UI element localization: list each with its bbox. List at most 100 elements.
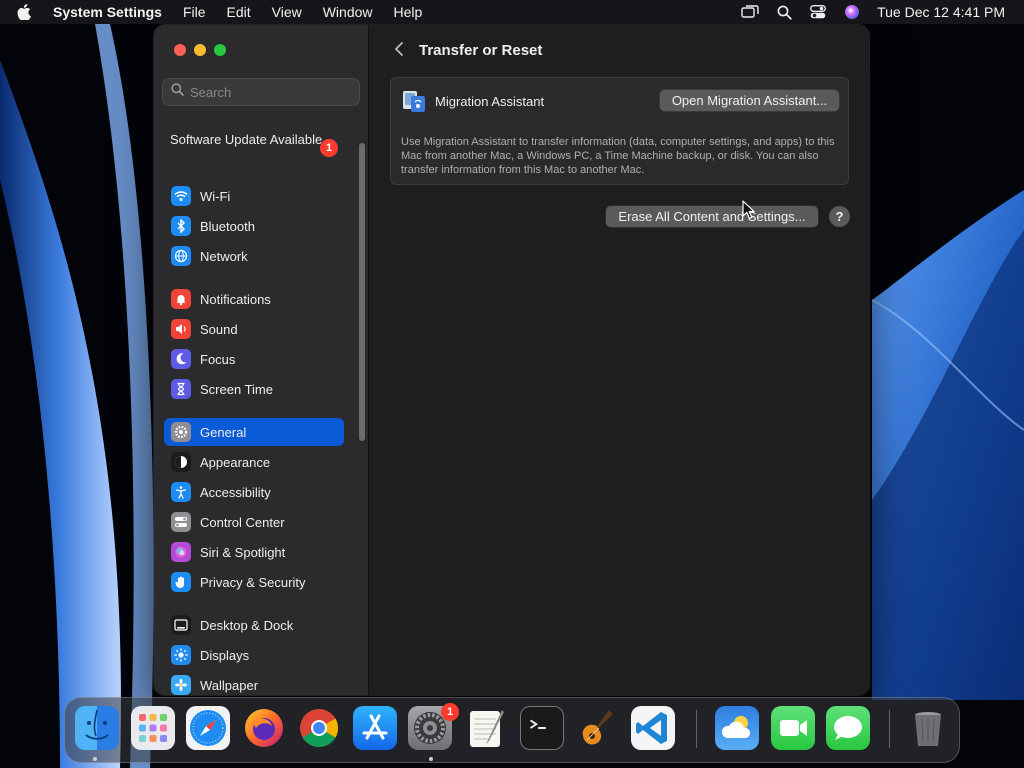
speaker-icon: [171, 319, 191, 339]
sidebar-item-label: Appearance: [200, 454, 271, 470]
siri-menubar-icon[interactable]: [843, 3, 861, 21]
sidebar-item-label: Focus: [200, 351, 236, 367]
sidebar-item-label: Network: [200, 248, 248, 264]
finder-icon[interactable]: [75, 706, 119, 750]
sidebar-item-notifications[interactable]: Notifications: [164, 285, 344, 313]
sidebar-search[interactable]: [162, 78, 360, 106]
sidebar-item-bluetooth[interactable]: Bluetooth: [164, 212, 344, 240]
menu-bar: System Settings File Edit View Window He…: [0, 0, 1024, 24]
spotlight-search-icon[interactable]: [775, 3, 793, 21]
menu-edit[interactable]: Edit: [227, 4, 251, 20]
hand-icon: [171, 572, 191, 592]
help-button[interactable]: ?: [829, 206, 850, 227]
sidebar-item-privacy-security[interactable]: Privacy & Security: [164, 568, 344, 596]
sidebar-item-label: Desktop & Dock: [200, 617, 294, 633]
wifi-icon: [171, 186, 191, 206]
migration-assistant-label: Migration Assistant: [435, 93, 545, 109]
sidebar-item-focus[interactable]: Focus: [164, 345, 344, 373]
software-update-label: Software Update Available: [170, 132, 323, 147]
messages-icon[interactable]: [826, 706, 870, 750]
search-input[interactable]: [190, 84, 350, 100]
sidebar-item-label: Privacy & Security: [200, 574, 306, 590]
vscode-icon[interactable]: [631, 706, 675, 750]
sidebar-item-label: Sound: [200, 321, 238, 337]
sidebar-item-label: Wallpaper: [200, 677, 259, 693]
search-icon: [171, 83, 184, 101]
system-settings-badge: 1: [441, 703, 459, 721]
sun-icon: [171, 645, 191, 665]
sidebar-item-screen-time[interactable]: Screen Time: [164, 375, 344, 403]
finder-running-indicator: [93, 757, 97, 761]
zoom-window-button[interactable]: [214, 44, 226, 56]
screen-mirroring-icon[interactable]: [741, 3, 759, 21]
chrome-icon[interactable]: [297, 706, 341, 750]
sidebar-item-siri-spotlight[interactable]: Siri & Spotlight: [164, 538, 344, 566]
wallpaper-icon: [171, 675, 191, 695]
open-migration-assistant-button[interactable]: Open Migration Assistant...: [660, 90, 839, 111]
bluetooth-icon: [171, 216, 191, 236]
chevron-left-icon: [394, 41, 404, 62]
garageband-icon[interactable]: [575, 706, 619, 750]
sidebar-item-label: Wi-Fi: [200, 188, 231, 204]
terminal-icon[interactable]: [520, 706, 564, 750]
control-center-icon: [171, 512, 191, 532]
accessibility-icon: [171, 482, 191, 502]
sidebar-item-control-center[interactable]: Control Center: [164, 508, 344, 536]
sidebar-item-wi-fi[interactable]: Wi-Fi: [164, 182, 344, 210]
dock-divider: [696, 710, 697, 748]
menu-help[interactable]: Help: [394, 4, 423, 20]
dock: 1: [64, 697, 960, 763]
app-store-icon[interactable]: [353, 706, 397, 750]
sidebar-item-wallpaper[interactable]: Wallpaper: [164, 671, 344, 695]
sidebar-item-label: Control Center: [200, 514, 285, 530]
close-window-button[interactable]: [174, 44, 186, 56]
menu-view[interactable]: View: [272, 4, 302, 20]
dock-icon: [171, 615, 191, 635]
sidebar-item-network[interactable]: Network: [164, 242, 344, 270]
launchpad-icon[interactable]: [131, 706, 175, 750]
sidebar-item-label: Bluetooth: [200, 218, 255, 234]
sidebar-item-general[interactable]: General: [164, 418, 344, 446]
sidebar-item-label: General: [200, 424, 247, 440]
sidebar-item-label: Screen Time: [200, 381, 273, 397]
menu-file[interactable]: File: [183, 4, 206, 20]
menubar-clock[interactable]: Tue Dec 12 4:41 PM: [877, 4, 1005, 20]
control-center-menubar-icon[interactable]: [809, 3, 827, 21]
sidebar-item-label: Accessibility: [200, 484, 271, 500]
safari-icon[interactable]: [186, 706, 230, 750]
sidebar-item-label: Siri & Spotlight: [200, 544, 286, 560]
erase-all-content-button[interactable]: Erase All Content and Settings...: [606, 206, 818, 227]
gear-icon: [171, 422, 191, 442]
menu-app-name[interactable]: System Settings: [53, 4, 162, 20]
sidebar-item-appearance[interactable]: Appearance: [164, 448, 344, 476]
migration-assistant-icon: [401, 88, 427, 114]
migration-description: Use Migration Assistant to transfer info…: [401, 136, 835, 176]
firefox-icon[interactable]: [242, 706, 286, 750]
back-button[interactable]: [390, 41, 408, 62]
system-settings-running-indicator: [429, 757, 433, 761]
facetime-icon[interactable]: [771, 706, 815, 750]
minimize-window-button[interactable]: [194, 44, 206, 56]
dock-divider-trash: [889, 710, 890, 748]
textedit-icon[interactable]: [464, 706, 508, 750]
page-title: Transfer or Reset: [419, 42, 543, 59]
weather-icon[interactable]: [715, 706, 759, 750]
sidebar-item-accessibility[interactable]: Accessibility: [164, 478, 344, 506]
window-controls: [174, 44, 226, 56]
sidebar: Software Update Available 1 Wi-Fi Bluetoo…: [154, 25, 369, 695]
apple-menu-icon[interactable]: [17, 4, 37, 20]
content-pane: Transfer or Reset Migration Assistant Op…: [370, 25, 869, 695]
menu-window[interactable]: Window: [323, 4, 373, 20]
moon-icon: [171, 349, 191, 369]
mouse-cursor-icon: [742, 200, 756, 220]
software-update-item[interactable]: Software Update Available: [170, 132, 342, 148]
sidebar-scrollbar[interactable]: [359, 143, 365, 441]
sidebar-item-displays[interactable]: Displays: [164, 641, 344, 669]
bell-icon: [171, 289, 191, 309]
sidebar-item-desktop-dock[interactable]: Desktop & Dock: [164, 611, 344, 639]
sidebar-item-sound[interactable]: Sound: [164, 315, 344, 343]
hourglass-icon: [171, 379, 191, 399]
trash-icon[interactable]: [906, 706, 950, 750]
siri-icon: [171, 542, 191, 562]
sidebar-item-label: Notifications: [200, 291, 271, 307]
